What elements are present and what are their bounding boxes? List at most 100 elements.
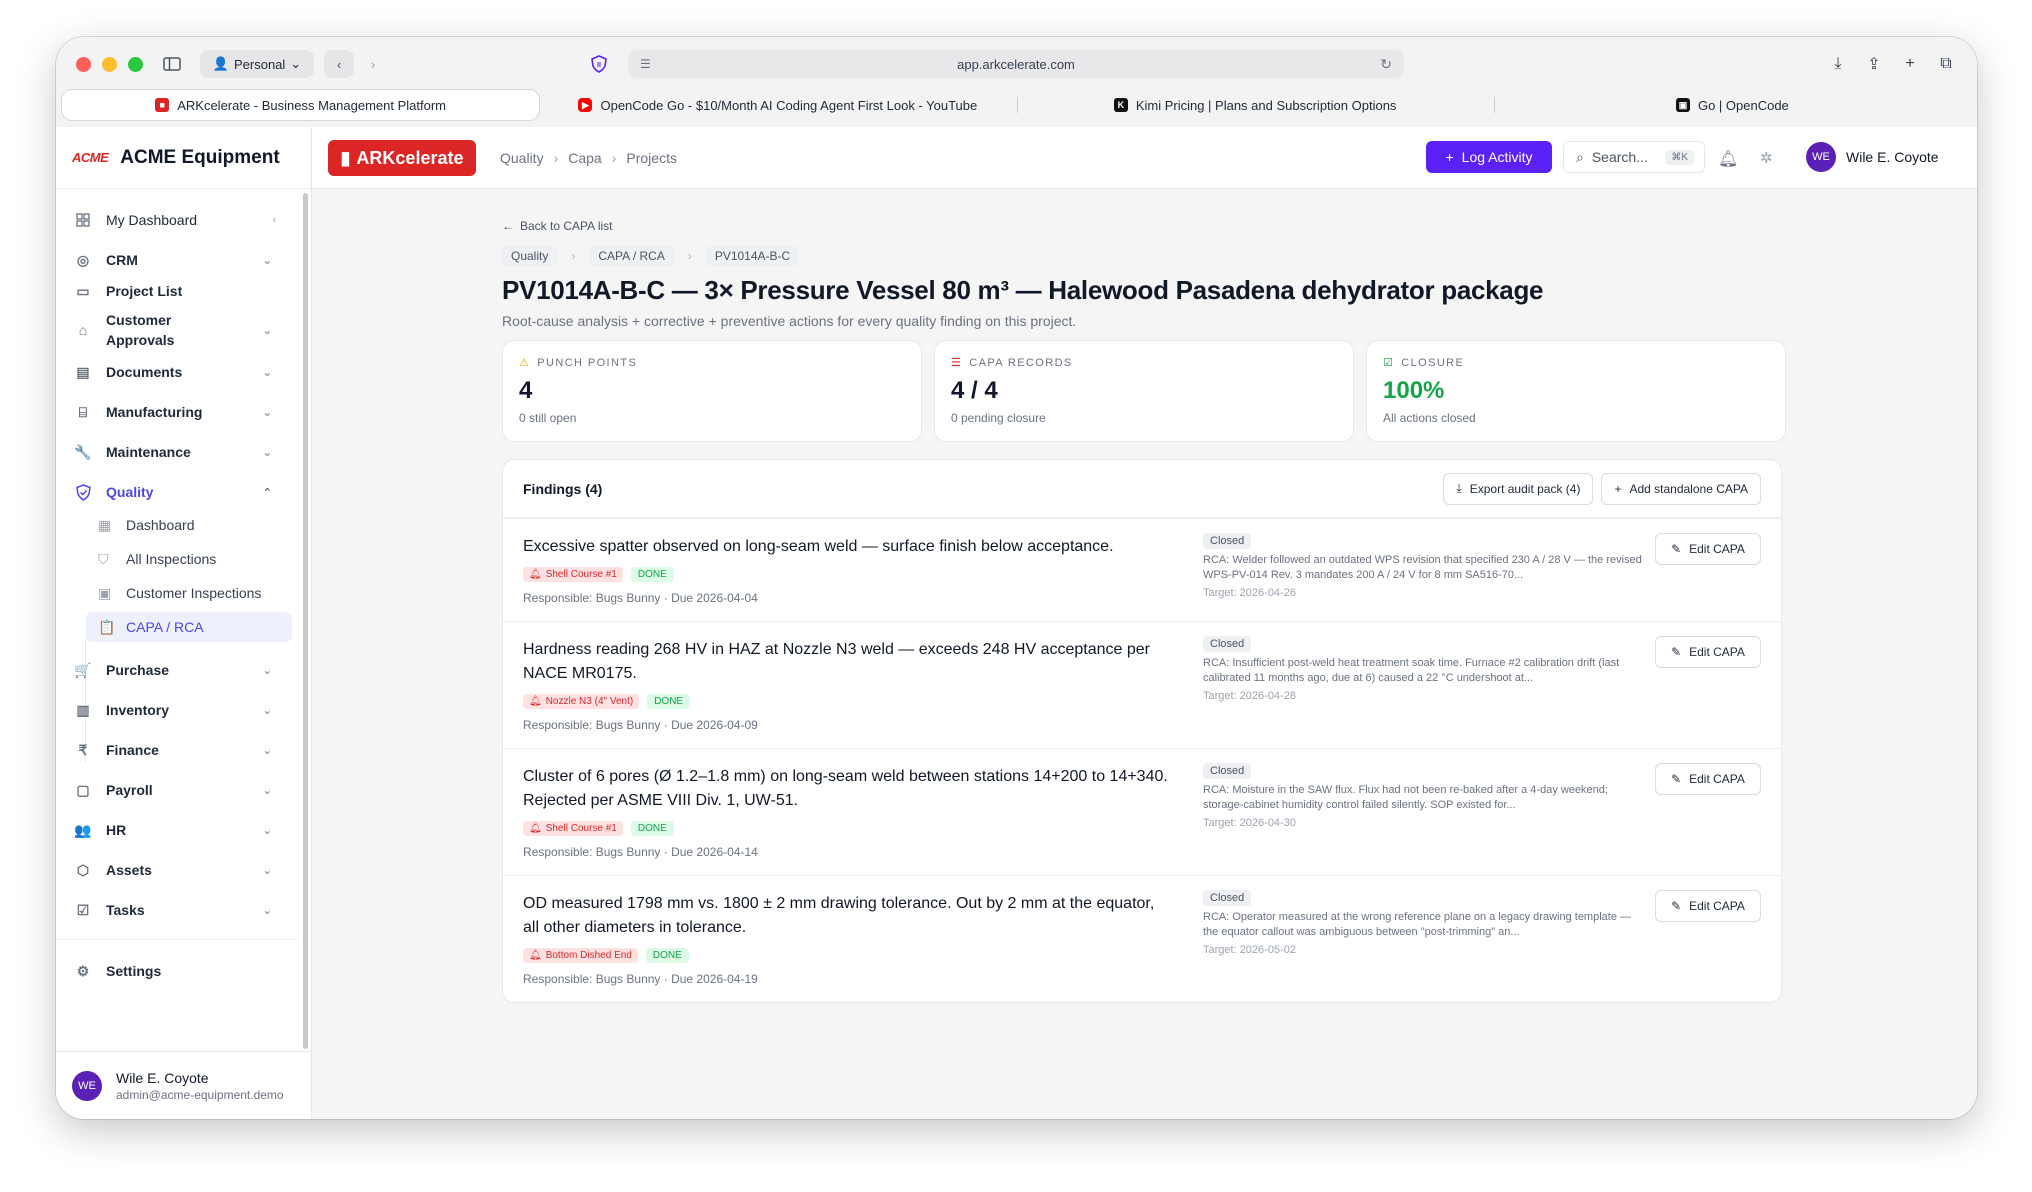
bug-icon[interactable]: ✲ bbox=[1760, 149, 1773, 167]
state-badge: DONE bbox=[630, 821, 674, 836]
folder-icon: ▭ bbox=[76, 282, 90, 299]
download-icon[interactable]: ⤓ bbox=[1827, 50, 1849, 78]
bell-icon[interactable]: 🔔︎ bbox=[1718, 149, 1738, 169]
finding-tags: 🔔︎ Nozzle N3 (4" Vent) DONE bbox=[523, 694, 691, 709]
profile-selector[interactable]: 👤 Personal ⌄ bbox=[200, 50, 314, 78]
ark-favicon-icon: ■ bbox=[155, 98, 170, 112]
chevron-down-icon: ⌄ bbox=[262, 904, 272, 917]
tab-overview-icon[interactable]: ⧉ bbox=[1935, 50, 1957, 78]
rupee-icon: ₹ bbox=[78, 741, 88, 758]
chevron-down-icon: ⌄ bbox=[262, 704, 272, 717]
sidebar-item-tasks[interactable]: ☑ Tasks ⌄ bbox=[74, 895, 286, 925]
sidebar-item-hr[interactable]: 👥 HR ⌄ bbox=[74, 815, 286, 845]
breadcrumb-chip[interactable]: CAPA / RCA bbox=[589, 246, 674, 266]
findings-card: Findings (4) ⤓ Export audit pack (4) + A… bbox=[502, 459, 1782, 1003]
breadcrumb-chip[interactable]: Quality bbox=[502, 246, 558, 266]
youtube-favicon-icon: ▶ bbox=[578, 98, 593, 112]
browser-tab[interactable]: ▣ Go | OpenCode bbox=[1493, 90, 1971, 120]
cart-icon: 🛒 bbox=[74, 661, 92, 678]
kpi-value: 4 / 4 bbox=[951, 377, 998, 404]
brave-shield-icon[interactable]: II bbox=[584, 50, 614, 78]
sidebar-item-manufacturing[interactable]: ⌸ Manufacturing ⌄ bbox=[74, 397, 286, 427]
browser-tab[interactable]: K Kimi Pricing | Plans and Subscription … bbox=[1016, 90, 1494, 120]
share-icon[interactable]: ⇪ bbox=[1863, 50, 1885, 78]
breadcrumb-item[interactable]: Capa bbox=[568, 150, 601, 166]
rca-summary: RCA: Welder followed an outdated WPS rev… bbox=[1203, 554, 1642, 581]
export-audit-pack-button[interactable]: ⤓ Export audit pack (4) bbox=[1443, 472, 1594, 505]
sidebar-item-label: Assets bbox=[106, 862, 152, 878]
pencil-icon: ✎ bbox=[1671, 645, 1682, 659]
wrench-icon: 🔧 bbox=[74, 443, 92, 460]
sidebar-item-inventory[interactable]: ▥ Inventory ⌄ bbox=[74, 695, 286, 725]
sidebar-item-customer-approvals[interactable]: ⌂ Customer Approvals ⌄ bbox=[74, 307, 286, 353]
avatar: WE bbox=[72, 1070, 102, 1101]
sidebar-item-crm[interactable]: ◎ CRM ⌄ bbox=[74, 245, 286, 275]
sidebar-item-documents[interactable]: ▤ Documents ⌄ bbox=[74, 357, 286, 387]
reload-icon[interactable]: ↻ bbox=[1380, 56, 1392, 73]
new-tab-icon[interactable]: + bbox=[1899, 50, 1921, 78]
tag-icon: ⌂ bbox=[78, 322, 88, 338]
sidebar-item-assets[interactable]: ⬡ Assets ⌄ bbox=[74, 855, 286, 885]
sidebar-item-settings[interactable]: ⚙ Settings bbox=[74, 956, 286, 986]
brand[interactable]: ACME ACME Equipment bbox=[56, 127, 311, 189]
sidebar-scrollbar[interactable] bbox=[303, 193, 308, 1049]
edit-capa-button[interactable]: ✎ Edit CAPA bbox=[1655, 763, 1761, 795]
kpi-value: 100% bbox=[1383, 377, 1445, 404]
close-window-button[interactable] bbox=[76, 57, 91, 72]
app-logo-text: ARKcelerate bbox=[356, 147, 464, 168]
search-input[interactable]: ⌕ Search... ⌘K bbox=[1563, 141, 1705, 173]
back-button[interactable]: ‹ bbox=[324, 50, 354, 78]
finding-row: Hardness reading 268 HV in HAZ at Nozzle… bbox=[503, 621, 1781, 748]
edit-capa-button[interactable]: ✎ Edit CAPA bbox=[1655, 636, 1761, 668]
collapse-sidebar-icon[interactable]: ‹ bbox=[272, 214, 276, 226]
state-badge: DONE bbox=[630, 567, 674, 582]
sidebar-item-label: Payroll bbox=[106, 782, 153, 798]
edit-capa-button[interactable]: ✎ Edit CAPA bbox=[1655, 533, 1761, 565]
sidebar-subitem-capa-rca[interactable]: 📋 CAPA / RCA bbox=[86, 612, 292, 642]
search-placeholder: Search... bbox=[1591, 149, 1648, 165]
rca-summary: RCA: Insufficient post-weld heat treatme… bbox=[1203, 657, 1620, 684]
sidebar-subitem-dashboard[interactable]: ▦ Dashboard bbox=[86, 510, 292, 540]
calendar-icon: ▣ bbox=[98, 584, 112, 601]
breadcrumb-item[interactable]: Quality bbox=[500, 150, 544, 166]
add-standalone-capa-button[interactable]: + Add standalone CAPA bbox=[1601, 472, 1761, 505]
chevron-down-icon: ⌄ bbox=[262, 864, 272, 877]
sidebar-toggle-icon[interactable] bbox=[156, 50, 188, 78]
sidebar-item-project-list[interactable]: ▭ Project List bbox=[74, 276, 286, 306]
browser-tab[interactable]: ▶ OpenCode Go - $10/Month AI Coding Agen… bbox=[539, 90, 1016, 120]
arkcelerate-logo[interactable]: ▮ ARKcelerate bbox=[328, 140, 476, 176]
sidebar-item-my-dashboard[interactable]: My Dashboard ‹ bbox=[74, 205, 286, 235]
log-activity-label: Log Activity bbox=[1461, 149, 1533, 165]
button-label: Edit CAPA bbox=[1689, 542, 1745, 556]
sidebar-item-finance[interactable]: ₹ Finance ⌄ bbox=[74, 735, 286, 765]
button-label: Edit CAPA bbox=[1689, 772, 1745, 786]
sidebar-item-payroll[interactable]: ▢ Payroll ⌄ bbox=[74, 775, 286, 805]
chevron-up-icon: ⌃ bbox=[262, 486, 272, 499]
tab-title: OpenCode Go - $10/Month AI Coding Agent … bbox=[600, 97, 978, 113]
sidebar-divider bbox=[56, 939, 297, 940]
shield-check-icon bbox=[74, 483, 92, 501]
sidebar-item-maintenance[interactable]: 🔧 Maintenance ⌄ bbox=[74, 437, 286, 467]
page-settings-icon[interactable]: ☰ bbox=[640, 57, 651, 71]
address-bar[interactable]: ☰ app.arkcelerate.com ↻ bbox=[628, 50, 1404, 78]
minimize-window-button[interactable] bbox=[102, 57, 117, 72]
breadcrumb-item[interactable]: Projects bbox=[626, 150, 677, 166]
sidebar-subitem-customer-inspections[interactable]: ▣ Customer Inspections bbox=[86, 578, 292, 608]
sidebar-item-label: Customer Approvals bbox=[106, 312, 175, 348]
back-to-capa-list-link[interactable]: ← Back to CAPA list bbox=[502, 219, 612, 233]
location-badge: 🔔︎ Shell Course #1 bbox=[523, 567, 623, 582]
sidebar-subitem-all-inspections[interactable]: ⛉ All Inspections bbox=[86, 544, 292, 574]
forward-button[interactable]: › bbox=[358, 50, 388, 78]
kpi-label: ☑ CLOSURE bbox=[1383, 356, 1769, 370]
user-menu[interactable]: WE Wile E. Coyote bbox=[1806, 142, 1939, 172]
browser-tab[interactable]: ■ ARKcelerate - Business Management Plat… bbox=[62, 90, 540, 120]
search-icon: ⌕ bbox=[1576, 148, 1584, 165]
edit-capa-button[interactable]: ✎ Edit CAPA bbox=[1655, 890, 1761, 922]
log-activity-button[interactable]: + Log Activity bbox=[1426, 141, 1552, 173]
sidebar-item-quality[interactable]: Quality ⌃ bbox=[74, 477, 286, 507]
sidebar-user[interactable]: WE Wile E. Coyote admin@acme-equipment.d… bbox=[56, 1051, 311, 1119]
maximize-window-button[interactable] bbox=[128, 57, 143, 72]
wallet-icon: ▢ bbox=[76, 781, 90, 798]
sidebar-item-purchase[interactable]: 🛒 Purchase ⌄ bbox=[74, 655, 286, 685]
browser-chrome: 👤 Personal ⌄ ‹ › II ☰ app.arkcelerate.co… bbox=[56, 37, 1977, 127]
